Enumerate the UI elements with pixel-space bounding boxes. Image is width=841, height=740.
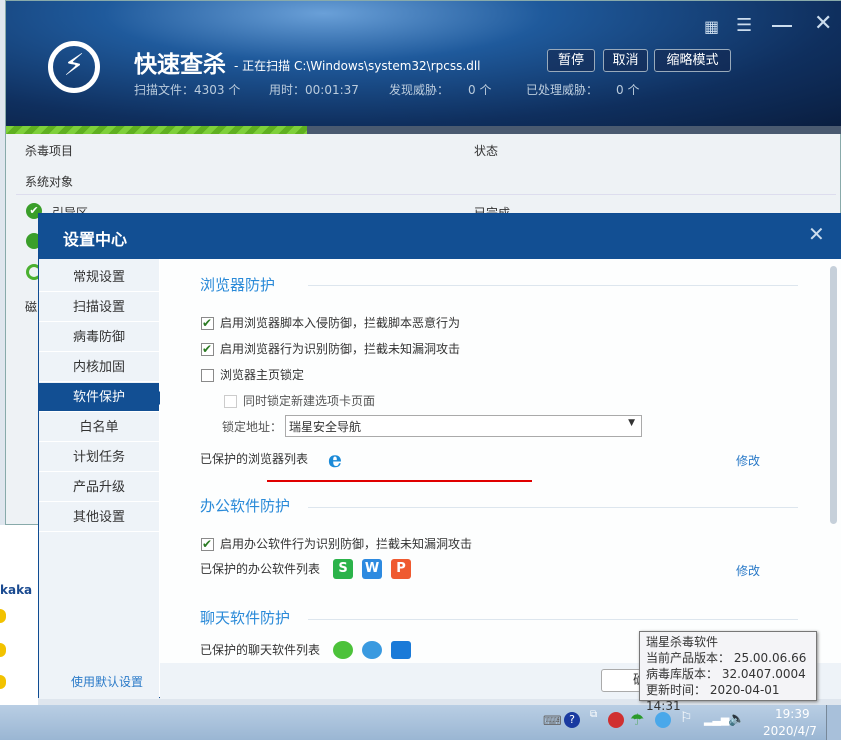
show-desktop-button[interactable]	[826, 705, 841, 740]
keyboard-icon[interactable]: ⌨	[543, 714, 562, 729]
checkbox[interactable]	[224, 395, 237, 408]
group-label: 系统对象	[25, 175, 74, 189]
tooltip-db: 病毒库版本： 32.0407.0004	[646, 667, 806, 681]
scan-title: 快速查杀	[134, 52, 226, 78]
ie-browser-icon: e	[328, 447, 342, 473]
default-settings-link[interactable]: 使用默认设置	[71, 673, 143, 690]
sidebar-item[interactable]: 病毒防御	[39, 323, 159, 352]
tooltip-version: 当前产品版本： 25.00.06.66	[646, 651, 807, 665]
pause-button[interactable]: 暂停	[547, 49, 595, 72]
cancel-button[interactable]: 取消	[603, 49, 648, 72]
chat-section-title: 聊天软件防护	[200, 609, 291, 627]
menu-icon[interactable]: ☰	[736, 15, 752, 36]
scan-progress-bar	[6, 126, 841, 134]
wechat-icon	[333, 641, 353, 659]
dropdown-arrow-icon: ▼	[628, 418, 635, 428]
clock-date[interactable]: 2020/4/7	[763, 724, 817, 738]
threats-label: 发现威胁：	[389, 83, 450, 97]
close-icon[interactable]: ✕	[814, 11, 832, 36]
red-underline-annotation	[267, 480, 532, 482]
wps-writer-icon: S	[333, 559, 353, 579]
chat-list-label: 已保护的聊天软件列表	[200, 643, 321, 657]
qq-icon[interactable]	[655, 712, 671, 728]
label: 启用办公软件行为识别防御，拦截未知漏洞攻击	[220, 537, 473, 551]
sidebar-item[interactable]: 扫描设置	[39, 293, 159, 322]
dialog-close-icon[interactable]: ✕	[808, 222, 825, 246]
sidebar-item[interactable]: 产品升级	[39, 473, 159, 502]
label: 启用浏览器脚本入侵防御，拦截脚本恶意行为	[220, 316, 461, 330]
browser-modify-link[interactable]: 修改	[736, 452, 760, 469]
office-opt1[interactable]: 启用办公软件行为识别防御，拦截未知漏洞攻击	[201, 536, 472, 552]
checkbox[interactable]	[201, 536, 214, 552]
sidebar-item[interactable]: 常规设置	[39, 263, 159, 292]
checkbox[interactable]	[201, 369, 214, 382]
browser-list-label: 已保护的浏览器列表	[200, 452, 309, 466]
sidebar-item[interactable]: 计划任务	[39, 443, 159, 472]
office-section-title: 办公软件防护	[200, 497, 291, 515]
select-value: 瑞星安全导航	[289, 420, 362, 434]
word-icon: W	[362, 559, 382, 579]
lightning-logo-icon: ⚡	[48, 41, 100, 93]
browser-section-title: 浏览器防护	[200, 276, 276, 294]
checkbox[interactable]	[201, 341, 214, 357]
tray-tooltip: 瑞星杀毒软件 当前产品版本： 25.00.06.66 病毒库版本： 32.040…	[639, 631, 817, 713]
label: 同时锁定新建选项卡页面	[243, 394, 376, 408]
sidebar-item[interactable]: 其他设置	[39, 503, 159, 532]
settings-sidebar: 常规设置 扫描设置 病毒防御 内核加固 软件保护 白名单 计划任务 产品升级 其他设置	[39, 259, 166, 699]
browser-opt1[interactable]: 启用浏览器脚本入侵防御，拦截脚本恶意行为	[201, 315, 460, 331]
help-icon[interactable]: ?	[564, 712, 580, 728]
label: 启用浏览器行为识别防御，拦截未知漏洞攻击	[220, 342, 461, 356]
network-icon[interactable]: ▂▃▅	[704, 713, 729, 726]
sidebar-item[interactable]: 内核加固	[39, 353, 159, 382]
tooltip-updated: 更新时间： 2020-04-01 14:31	[646, 683, 780, 713]
contact-name: kaka	[0, 583, 33, 597]
elapsed-time: 用时：00:01:37	[269, 83, 359, 97]
scan-banner: ▦ ☰ ✕ ⚡ 快速查杀 - 正在扫描 C:\Windows\system32\…	[6, 1, 841, 126]
left-background-window: kaka	[0, 525, 38, 705]
minimize-icon[interactable]	[772, 25, 792, 27]
handled-label: 已处理威胁：	[526, 83, 599, 97]
column-status-header: 状态	[474, 144, 499, 158]
browser-opt3[interactable]: 浏览器主页锁定	[201, 367, 304, 383]
content: 浏览器防护 启用浏览器脚本入侵防御，拦截脚本恶意行为 启用浏览器行为识别防御，拦…	[160, 259, 841, 663]
mini-mode-button[interactable]: 缩略模式	[654, 49, 731, 72]
show-hidden-icon[interactable]: ⧉	[590, 709, 597, 720]
dialog-header: 设置中心 ✕	[39, 214, 841, 259]
contact-icon	[0, 609, 6, 623]
sidebar-item[interactable]: 白名单	[39, 413, 159, 442]
threats-count: 0 个	[468, 83, 492, 97]
scrollbar[interactable]	[830, 266, 837, 524]
tooltip-title: 瑞星杀毒软件	[646, 635, 719, 649]
scan-status: - 正在扫描 C:\Windows\system32\rpcss.dll	[234, 59, 481, 73]
rising-umbrella-icon[interactable]: ☂	[630, 710, 644, 729]
presentation-icon: P	[391, 559, 411, 579]
contact-icon	[0, 675, 6, 689]
browser-opt4[interactable]: 同时锁定新建选项卡页面	[224, 393, 375, 409]
handled-count: 0 个	[616, 83, 640, 97]
media-icon[interactable]	[608, 712, 624, 728]
lock-address-select[interactable]: 瑞星安全导航 ▼	[285, 415, 642, 437]
settings-dialog: 设置中心 ✕ 常规设置 扫描设置 病毒防御 内核加固 软件保护 白名单 计划任务 产品升级 其他…	[38, 213, 841, 699]
qq-chat-icon	[362, 641, 382, 659]
label: 浏览器主页锁定	[220, 368, 305, 382]
office-modify-link[interactable]: 修改	[736, 562, 760, 579]
chat-app-icon	[391, 641, 411, 659]
dialog-title: 设置中心	[63, 230, 128, 249]
qrcode-icon[interactable]: ▦	[704, 17, 719, 36]
contact-icon	[0, 643, 6, 657]
sidebar-item[interactable]: 软件保护	[39, 383, 166, 412]
office-list-label: 已保护的办公软件列表	[200, 562, 321, 576]
browser-opt2[interactable]: 启用浏览器行为识别防御，拦截未知漏洞攻击	[201, 341, 460, 357]
column-item-header: 杀毒项目	[25, 144, 74, 158]
partial-row: 磁	[25, 300, 38, 314]
lock-address-label: 锁定地址：	[222, 420, 283, 434]
files-scanned: 扫描文件：4303 个	[134, 83, 241, 97]
checkbox[interactable]	[201, 315, 214, 331]
